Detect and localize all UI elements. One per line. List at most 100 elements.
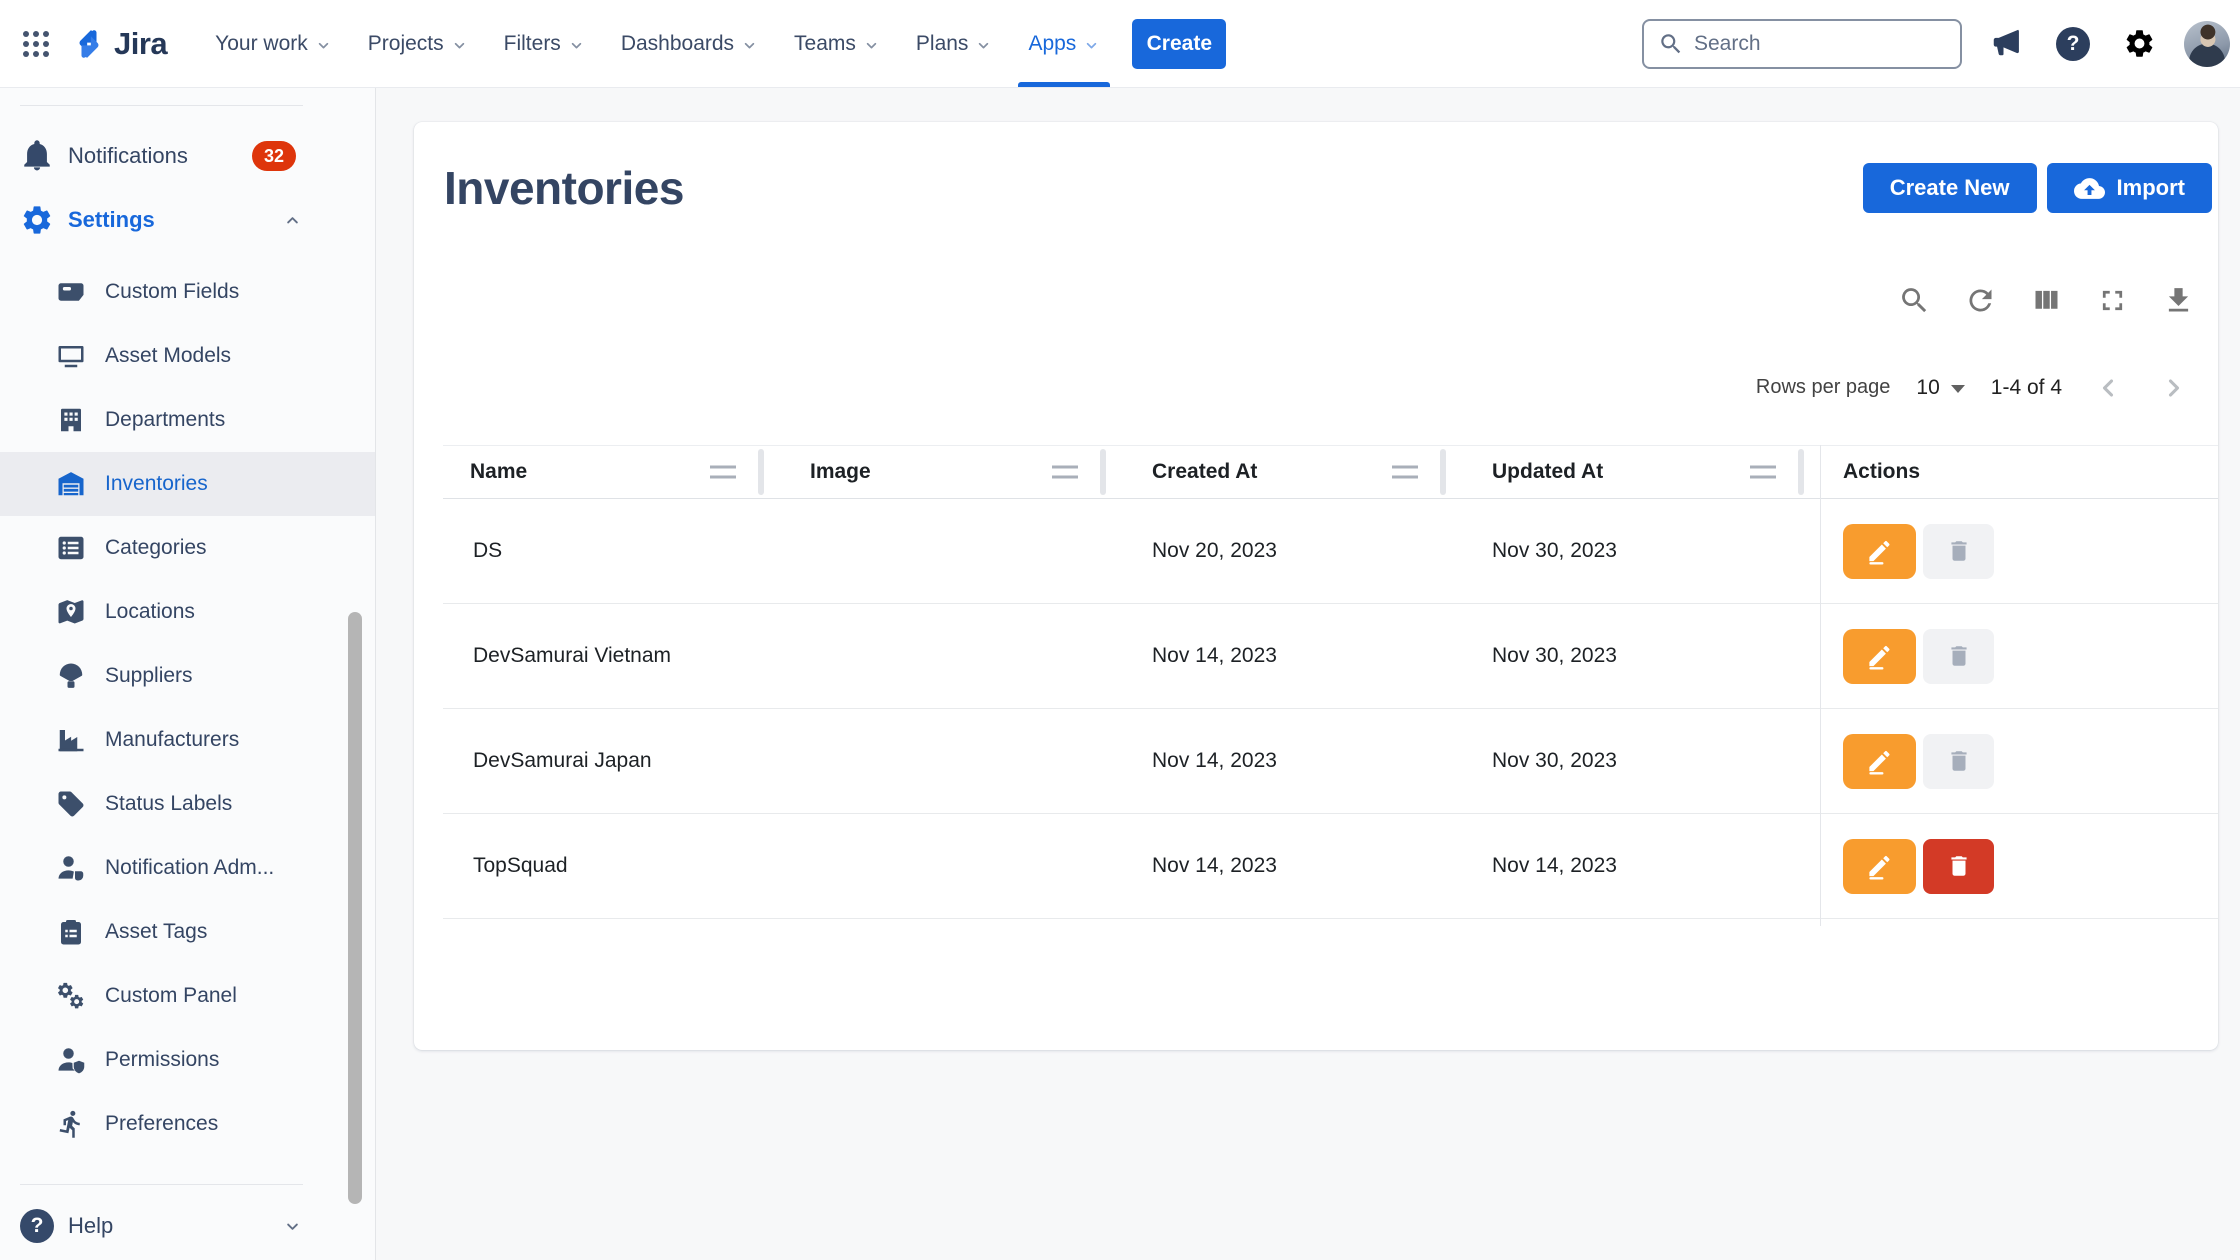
- nav-item-label: Filters: [504, 32, 561, 56]
- create-new-label: Create New: [1890, 175, 2010, 201]
- next-page-button[interactable]: [2154, 368, 2194, 408]
- rows-per-page-select[interactable]: 10: [1916, 376, 1964, 400]
- chevron-left-icon: [2094, 374, 2122, 402]
- table-row: TopSquadNov 14, 2023Nov 14, 2023: [443, 814, 2218, 919]
- sidebar-item-label: Departments: [105, 408, 225, 432]
- sidebar-item-settings[interactable]: Settings: [0, 188, 375, 252]
- sidebar-item-label: Suppliers: [105, 664, 193, 688]
- parachute-icon: [56, 661, 86, 691]
- column-header-created-at[interactable]: Created At: [1122, 446, 1462, 498]
- inventories-table: Name Image Created At: [443, 445, 2218, 919]
- sidebar-item-inventories[interactable]: Inventories: [0, 452, 375, 516]
- search-input[interactable]: [1694, 32, 1946, 56]
- cell-name: DevSamurai Japan: [443, 749, 780, 773]
- trash-icon: [1946, 748, 1972, 774]
- nav-item-teams[interactable]: Teams: [778, 21, 896, 67]
- help-button[interactable]: ?: [2052, 23, 2094, 65]
- import-button[interactable]: Import: [2047, 163, 2212, 213]
- jira-logo-text: Jira: [114, 26, 167, 62]
- delete-button[interactable]: [1923, 839, 1994, 894]
- sidebar-item-label: Locations: [105, 600, 195, 624]
- sidebar-item-categories[interactable]: Categories: [0, 516, 375, 580]
- sidebar-item-permissions[interactable]: Permissions: [0, 1028, 375, 1092]
- chevron-down-icon: [283, 1217, 302, 1236]
- fullscreen-icon: [2096, 284, 2129, 317]
- pagination-bar: Rows per page 10 1-4 of 4: [414, 366, 2218, 409]
- column-resize-bar[interactable]: [1798, 449, 1804, 495]
- nav-item-filters[interactable]: Filters: [488, 21, 601, 67]
- sidebar-item-help[interactable]: ? Help: [0, 1194, 375, 1258]
- rows-per-page-value: 10: [1916, 376, 1939, 400]
- column-header-updated-at[interactable]: Updated At: [1462, 446, 1820, 498]
- resize-handle-icon: [710, 466, 736, 479]
- chevron-down-icon: [568, 37, 585, 54]
- sidebar-item-notifications[interactable]: Notifications 32: [0, 124, 375, 188]
- column-header-image[interactable]: Image: [780, 446, 1122, 498]
- fullscreen-button[interactable]: [2092, 280, 2132, 320]
- factory-icon: [56, 725, 86, 755]
- settings-button[interactable]: [2118, 23, 2160, 65]
- sidebar-item-label: Help: [68, 1213, 113, 1239]
- download-button[interactable]: [2158, 280, 2198, 320]
- sidebar-item-departments[interactable]: Departments: [0, 388, 375, 452]
- jira-logo[interactable]: Jira: [72, 26, 167, 62]
- chevron-down-icon: [315, 37, 332, 54]
- edit-button[interactable]: [1843, 629, 1916, 684]
- cell-updated-at: Nov 30, 2023: [1462, 539, 1820, 563]
- column-resize-bar[interactable]: [1100, 449, 1106, 495]
- column-header-name[interactable]: Name: [443, 446, 780, 498]
- app-switcher-button[interactable]: [14, 22, 58, 66]
- cell-name: DevSamurai Vietnam: [443, 644, 780, 668]
- nav-item-plans[interactable]: Plans: [900, 21, 1009, 67]
- previous-page-button[interactable]: [2088, 368, 2128, 408]
- sidebar-item-suppliers[interactable]: Suppliers: [0, 644, 375, 708]
- delete-button[interactable]: [1923, 734, 1994, 789]
- sidebar-item-label: Permissions: [105, 1048, 219, 1072]
- sidebar-item-status-labels[interactable]: Status Labels: [0, 772, 375, 836]
- nav-item-projects[interactable]: Projects: [352, 21, 484, 67]
- column-label: Actions: [1843, 460, 1920, 484]
- sidebar-item-asset-tags[interactable]: Asset Tags: [0, 900, 375, 964]
- column-resize-bar[interactable]: [758, 449, 764, 495]
- cell-updated-at: Nov 14, 2023: [1462, 854, 1820, 878]
- create-new-button[interactable]: Create New: [1863, 163, 2037, 213]
- sidebar-item-preferences[interactable]: Preferences: [0, 1092, 375, 1156]
- table-header: Name Image Created At: [443, 445, 2218, 499]
- edit-button[interactable]: [1843, 524, 1916, 579]
- column-label: Updated At: [1492, 460, 1603, 484]
- user-avatar[interactable]: [2184, 21, 2230, 67]
- sidebar-item-label: Manufacturers: [105, 728, 239, 752]
- sidebar-sub-list: Custom FieldsAsset Models Departments Inve…: [0, 260, 375, 1156]
- navbar-right: ?: [1642, 19, 2240, 69]
- resize-handle-icon: [1052, 466, 1078, 479]
- header-actions: Create New Import: [1863, 163, 2212, 213]
- nav-item-apps[interactable]: Apps: [1012, 21, 1116, 67]
- cell-actions: [1820, 839, 2218, 894]
- column-resize-bar[interactable]: [1440, 449, 1446, 495]
- sidebar-item-label: Preferences: [105, 1112, 218, 1136]
- sidebar-scrollbar[interactable]: [348, 612, 362, 1204]
- column-label: Image: [810, 460, 871, 484]
- sidebar-item-asset-models[interactable]: Asset Models: [0, 324, 375, 388]
- nav-item-dashboards[interactable]: Dashboards: [605, 21, 774, 67]
- columns-button[interactable]: [2026, 280, 2066, 320]
- announcements-button[interactable]: [1986, 23, 2028, 65]
- delete-button[interactable]: [1923, 524, 1994, 579]
- edit-button[interactable]: [1843, 839, 1916, 894]
- refresh-button[interactable]: [1960, 280, 2000, 320]
- search-box[interactable]: [1642, 19, 1962, 69]
- cloud-upload-icon: [2074, 173, 2105, 204]
- sidebar-divider: [20, 105, 303, 106]
- create-button[interactable]: Create: [1132, 19, 1226, 69]
- sidebar-item-locations[interactable]: Locations: [0, 580, 375, 644]
- sidebar-item-notification-adm[interactable]: Notification Adm...: [0, 836, 375, 900]
- sidebar-item-label: Categories: [105, 536, 207, 560]
- sidebar-item-custom-fields[interactable]: Custom Fields: [0, 260, 375, 324]
- sidebar-item-custom-panel[interactable]: Custom Panel: [0, 964, 375, 1028]
- nav-item-your-work[interactable]: Your work: [199, 21, 348, 67]
- table-search-button[interactable]: [1894, 280, 1934, 320]
- edit-button[interactable]: [1843, 734, 1916, 789]
- sidebar-item-manufacturers[interactable]: Manufacturers: [0, 708, 375, 772]
- sidebar-item-label: Notifications: [68, 143, 188, 169]
- delete-button[interactable]: [1923, 629, 1994, 684]
